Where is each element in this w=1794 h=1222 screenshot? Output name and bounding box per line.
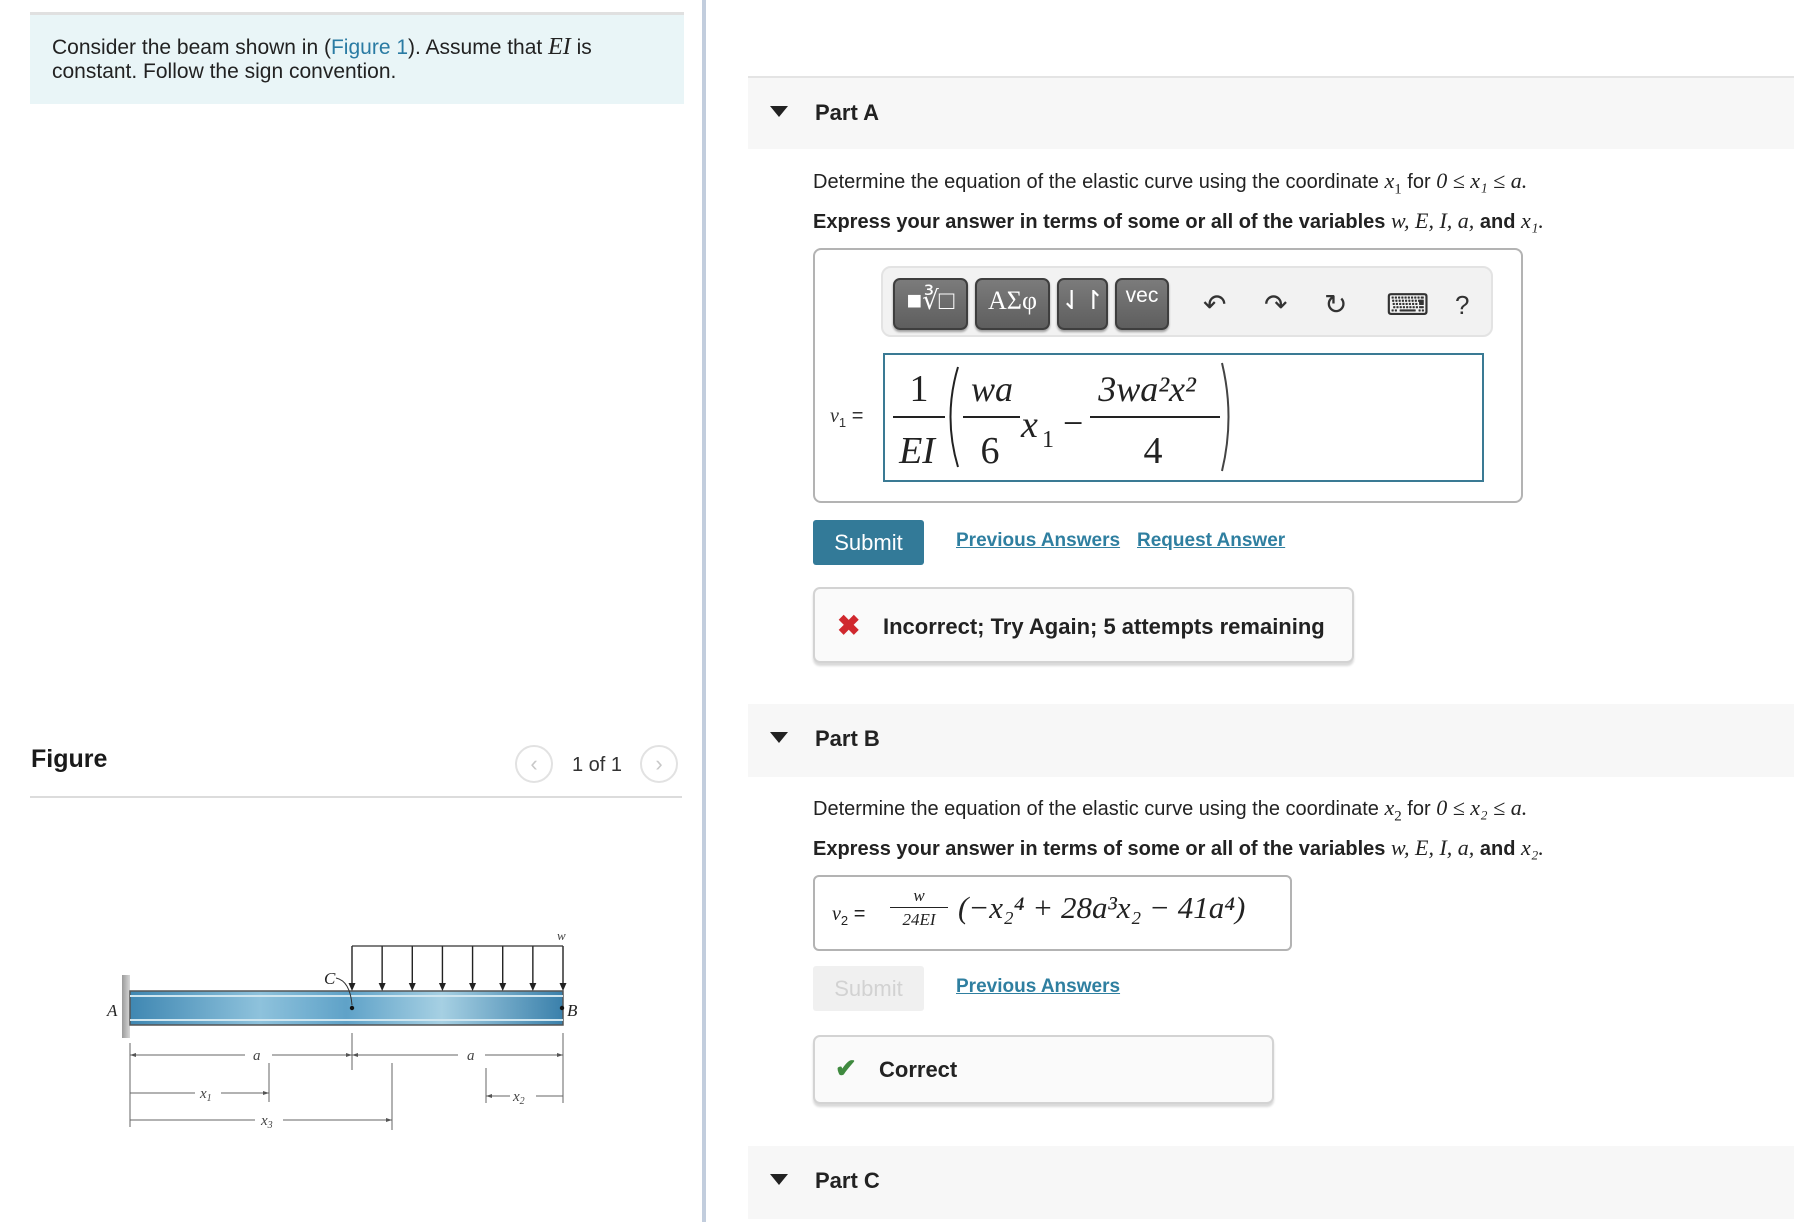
part-b-feedback-text: Correct bbox=[879, 1057, 958, 1082]
load-arrow-head bbox=[348, 983, 356, 991]
v1-label: v1 = bbox=[830, 405, 864, 430]
figure-title: Figure bbox=[31, 745, 108, 773]
svg-text:1: 1 bbox=[1042, 427, 1054, 453]
load-arrow-head bbox=[469, 983, 477, 991]
reset-icon[interactable]: ↻ bbox=[1324, 288, 1347, 321]
part-a-title: Part A bbox=[815, 100, 879, 125]
part-b-previous-answers-link[interactable]: Previous Answers bbox=[956, 976, 1120, 998]
svg-text:3wa²x²: 3wa²x² bbox=[1097, 369, 1197, 409]
label-x3: x3 bbox=[260, 1113, 273, 1131]
v2-label: v2 = bbox=[832, 903, 866, 928]
problem-intro: Consider the beam shown in (Figure 1). A… bbox=[30, 12, 684, 104]
part-b-range: 0 ≤ x₂ ≤ a. bbox=[1436, 795, 1528, 820]
part-b-answer-display: v2 = w 24EI (−x₂⁴ + 28a³x₂ − 41a⁴) bbox=[813, 875, 1292, 951]
svg-text:EI: EI bbox=[898, 430, 937, 472]
part-a-feedback: ✖ Incorrect; Try Again; 5 attempts remai… bbox=[813, 587, 1354, 663]
incorrect-x-icon: ✖ bbox=[837, 610, 861, 641]
chevron-left-icon: ‹ bbox=[530, 751, 538, 776]
part-b-expression: (−x₂⁴ + 28a³x₂ − 41a⁴) bbox=[958, 890, 1246, 925]
part-b-fraction: w 24EI bbox=[890, 887, 948, 930]
part-b-header[interactable]: Part B bbox=[748, 704, 1794, 777]
intro-text-mid: ). Assume that bbox=[408, 36, 549, 59]
part-a-feedback-text: Incorrect; Try Again; 5 attempts remaini… bbox=[883, 614, 1325, 639]
keyboard-icon[interactable]: ⌨ bbox=[1386, 288, 1429, 323]
collapse-triangle-icon bbox=[770, 732, 788, 743]
collapse-triangle-icon bbox=[770, 106, 788, 117]
part-a-request-answer-link[interactable]: Request Answer bbox=[1137, 530, 1285, 552]
point-c-marker bbox=[349, 1005, 355, 1011]
figure-prev-button[interactable]: ‹ bbox=[515, 745, 553, 783]
label-b-end: B bbox=[567, 1001, 578, 1020]
label-w-load: w bbox=[557, 928, 566, 943]
part-b-submit-button[interactable]: Submit bbox=[813, 966, 924, 1011]
load-arrow-head bbox=[378, 983, 386, 991]
collapse-triangle-icon bbox=[770, 1174, 788, 1185]
undo-icon[interactable]: ↶ bbox=[1203, 288, 1226, 321]
greek-symbols-button[interactable]: ΑΣφ bbox=[975, 278, 1050, 330]
part-c-title: Part C bbox=[815, 1168, 880, 1193]
part-b-title: Part B bbox=[815, 726, 880, 751]
part-a-header[interactable]: Part A bbox=[748, 76, 1794, 149]
intro-var-ei: EI bbox=[548, 34, 571, 60]
figure-link[interactable]: Figure 1 bbox=[331, 36, 408, 59]
part-b-feedback: ✔ Correct bbox=[813, 1035, 1274, 1104]
label-c-point: C bbox=[324, 969, 336, 988]
point-b-marker bbox=[559, 1005, 565, 1011]
part-c-header[interactable]: Part C bbox=[748, 1146, 1794, 1219]
fixed-support-wall bbox=[122, 975, 130, 1038]
part-a-instructions: Express your answer in terms of some or … bbox=[813, 208, 1544, 233]
part-a-answer-input[interactable]: 1 EI wa 6 x 1 − 3wa²x² 4 bbox=[883, 353, 1484, 482]
panel-divider[interactable] bbox=[702, 0, 706, 1222]
load-arrow-head bbox=[559, 983, 567, 991]
figure-next-button[interactable]: › bbox=[640, 745, 678, 783]
label-a-right: a bbox=[467, 1048, 475, 1064]
label-a-left: a bbox=[253, 1048, 261, 1064]
svg-text:−: − bbox=[1063, 403, 1083, 443]
math-toolbar: ■∛□ ΑΣφ ⇃↾ vec ↶ ↷ ↻ ⌨ ? bbox=[881, 266, 1493, 337]
part-a-prompt: Determine the equation of the elastic cu… bbox=[813, 168, 1528, 198]
load-arrow-head bbox=[499, 983, 507, 991]
arrows-button[interactable]: ⇃↾ bbox=[1057, 278, 1108, 330]
part-a-expression: 1 EI wa 6 x 1 − 3wa²x² 4 bbox=[893, 362, 1230, 472]
part-b-instructions: Express your answer in terms of some or … bbox=[813, 835, 1544, 860]
label-a-support: A bbox=[106, 1001, 118, 1020]
svg-text:4: 4 bbox=[1144, 430, 1163, 472]
svg-text:x: x bbox=[1020, 404, 1038, 446]
svg-text:6: 6 bbox=[981, 430, 1000, 472]
chevron-right-icon: › bbox=[655, 751, 663, 776]
part-a-submit-button[interactable]: Submit bbox=[813, 520, 924, 565]
correct-check-icon: ✔ bbox=[835, 1053, 857, 1083]
part-b-prompt: Determine the equation of the elastic cu… bbox=[813, 795, 1528, 825]
help-icon[interactable]: ? bbox=[1455, 290, 1469, 321]
redo-icon[interactable]: ↷ bbox=[1264, 288, 1287, 321]
part-a-range: 0 ≤ x₁ ≤ a. bbox=[1436, 168, 1528, 193]
label-x1: x1 bbox=[199, 1086, 212, 1104]
label-x2: x2 bbox=[512, 1089, 525, 1107]
load-arrow-head bbox=[408, 983, 416, 991]
beam-figure: A B C w a a x1 x2 x3 bbox=[106, 928, 578, 1131]
load-arrow-head bbox=[529, 983, 537, 991]
intro-text-before: Consider the beam shown in ( bbox=[52, 36, 331, 59]
distributed-load bbox=[348, 946, 567, 991]
svg-text:wa: wa bbox=[971, 369, 1013, 409]
part-a-previous-answers-link[interactable]: Previous Answers bbox=[956, 530, 1120, 552]
figure-counter: 1 of 1 bbox=[572, 754, 623, 776]
templates-button[interactable]: ■∛□ bbox=[893, 278, 968, 330]
load-arrow-head bbox=[438, 983, 446, 991]
figure-divider bbox=[30, 796, 682, 798]
vector-button[interactable]: vec bbox=[1115, 278, 1169, 330]
svg-text:1: 1 bbox=[910, 368, 929, 410]
